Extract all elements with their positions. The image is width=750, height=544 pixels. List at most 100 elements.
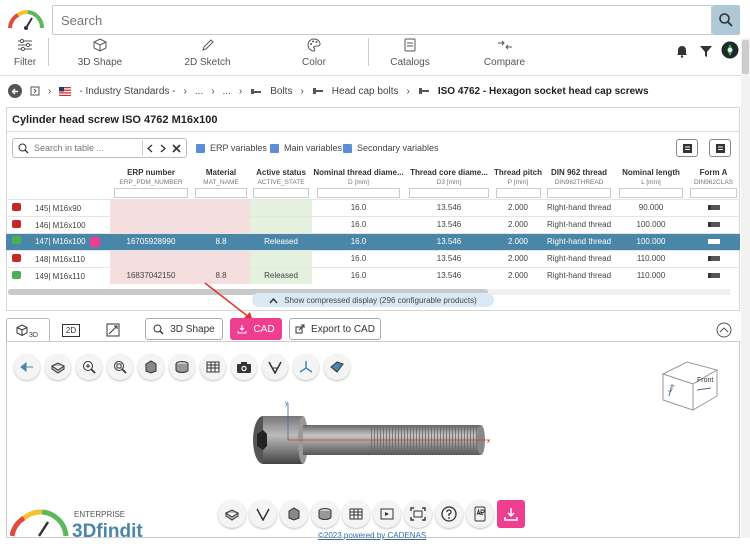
column-filter[interactable] [543, 187, 615, 199]
color-tool[interactable]: Color [295, 38, 333, 70]
bottom-ar-tool[interactable] [466, 500, 494, 528]
wireframe-tool[interactable] [45, 354, 71, 380]
viewer-back-tool[interactable] [14, 354, 40, 380]
row-label-cell[interactable]: 147| M16x100 [6, 232, 110, 250]
row-download-icon[interactable] [89, 236, 100, 247]
table-export-button[interactable] [676, 139, 698, 157]
column-header[interactable]: Form A [687, 167, 740, 178]
column-header[interactable]: DIN 962 thread [543, 167, 615, 178]
search-input[interactable] [53, 6, 711, 34]
check-secondary[interactable]: Secondary variables [343, 143, 439, 153]
crumb-industry[interactable]: - Industry Standards - [79, 86, 175, 97]
orientation-cube[interactable]: Front Left [657, 356, 723, 414]
column-header[interactable]: Active status [250, 167, 312, 178]
shape3d-tool[interactable]: 3D Shape [75, 38, 125, 70]
table-view-tool[interactable] [200, 354, 226, 380]
check-main[interactable]: Main variables [270, 143, 342, 153]
column-filter-input[interactable] [114, 187, 188, 198]
close-icon[interactable] [172, 144, 181, 153]
footer-link[interactable]: ©2023 powered by CADENAS [318, 531, 426, 540]
table-row[interactable]: 149| M16x110 16837042150 8.8 Released 16.0 13… [6, 266, 740, 284]
cad-button[interactable]: CAD [230, 318, 282, 340]
tab-2d[interactable]: 2D [54, 318, 88, 342]
checkbox-checked-icon[interactable] [270, 143, 279, 153]
column-header[interactable]: Material [192, 167, 250, 178]
column-filter-input[interactable] [253, 187, 309, 198]
measure-tool[interactable] [262, 354, 288, 380]
column-filter[interactable] [615, 187, 687, 199]
compress-toggle[interactable]: Show compressed display (296 configurabl… [252, 293, 494, 307]
export-cad-button[interactable]: Export to CAD [289, 318, 381, 340]
checkbox-checked-icon[interactable] [196, 143, 205, 153]
crumb-headcap[interactable]: Head cap bolts [332, 86, 399, 97]
screenshot-tool[interactable] [231, 354, 257, 380]
search-box[interactable] [52, 5, 712, 35]
search-button[interactable] [712, 5, 740, 35]
column-filter-input[interactable] [409, 187, 489, 198]
chevron-right-icon[interactable] [159, 144, 167, 153]
zoom-fit-tool[interactable] [107, 354, 133, 380]
collapse-viewer-icon[interactable] [716, 322, 732, 338]
page-scrollbar[interactable] [741, 38, 750, 538]
column-filter[interactable] [250, 187, 312, 199]
column-filter[interactable] [493, 187, 543, 199]
column-filter-input[interactable] [546, 187, 612, 198]
row-label-cell[interactable]: 146| M16x100 [6, 215, 110, 233]
axis-tool[interactable] [293, 354, 319, 380]
table-settings-button[interactable] [709, 139, 731, 157]
column-filter-input[interactable] [689, 187, 738, 198]
shape3d-button[interactable]: 3D Shape [145, 318, 223, 340]
column-header[interactable]: Thread core diame... [405, 167, 493, 178]
column-filter[interactable] [687, 187, 740, 199]
row-label-cell[interactable]: 149| M16x110 [6, 266, 110, 284]
user-avatar-icon[interactable] [721, 41, 739, 59]
column-filter[interactable] [192, 187, 250, 199]
sketch2d-tool[interactable]: 2D Sketch [180, 38, 235, 70]
column-header[interactable] [6, 167, 110, 178]
table-row[interactable]: 145| M16x90 16.0 13.546 2.000 Right-hand thr… [6, 198, 740, 216]
collapse-icon[interactable] [30, 86, 40, 96]
row-label-cell[interactable]: 145| M16x90 [6, 198, 110, 216]
bottom-section-tool[interactable] [311, 500, 339, 528]
column-filter[interactable] [312, 187, 405, 199]
zoom-in-tool[interactable] [76, 354, 102, 380]
back-button[interactable] [8, 84, 22, 98]
table-search[interactable]: Search in table ... [12, 138, 187, 158]
column-header[interactable]: Thread pitch [493, 167, 543, 178]
compare-tool[interactable]: Compare [482, 38, 527, 70]
column-filter-input[interactable] [194, 187, 248, 198]
bottom-wireframe-tool[interactable] [218, 500, 246, 528]
bell-icon[interactable] [675, 44, 689, 58]
gauge-logo-icon[interactable] [6, 8, 46, 30]
column-header[interactable]: ERP number [110, 167, 192, 178]
shaded-tool[interactable] [138, 354, 164, 380]
crumb-ellipsis[interactable]: ... [195, 86, 203, 97]
crumb-bolts[interactable]: Bolts [270, 86, 292, 97]
table-row[interactable]: 148| M16x110 16.0 13.546 2.000 Right-hand th… [6, 249, 740, 267]
table-row[interactable]: 147| M16x100 16705928990 8.8 Released 16.0 13… [6, 232, 740, 250]
column-filter-input[interactable] [618, 187, 684, 198]
filter-tool[interactable]: Filter [10, 38, 40, 70]
crumb-ellipsis[interactable]: ... [223, 86, 231, 97]
view-cube-tool[interactable] [324, 354, 350, 380]
filter-funnel-icon[interactable] [699, 44, 713, 58]
chevron-left-icon[interactable] [146, 144, 154, 153]
bottom-measure-tool[interactable] [249, 500, 277, 528]
check-erp[interactable]: ERP variables [196, 143, 267, 153]
tab-measure[interactable] [100, 318, 126, 342]
bottom-table-tool[interactable] [342, 500, 370, 528]
section-tool[interactable] [169, 354, 195, 380]
bottom-shaded-tool[interactable] [280, 500, 308, 528]
column-filter[interactable] [110, 187, 192, 199]
bottom-download-button[interactable] [497, 500, 525, 528]
bottom-help-tool[interactable] [435, 500, 463, 528]
column-filter-input[interactable] [316, 187, 401, 198]
tab-3d[interactable]: 3D [6, 318, 50, 342]
column-header[interactable]: Nominal thread diame... [312, 167, 405, 178]
table-row[interactable]: 146| M16x100 16.0 13.546 2.000 Right-hand th… [6, 215, 740, 233]
bottom-animation-tool[interactable] [373, 500, 401, 528]
column-filter-input[interactable] [495, 187, 541, 198]
column-filter[interactable] [405, 187, 493, 199]
bottom-fullscreen-tool[interactable] [404, 500, 432, 528]
column-header[interactable]: Nominal length [615, 167, 687, 178]
